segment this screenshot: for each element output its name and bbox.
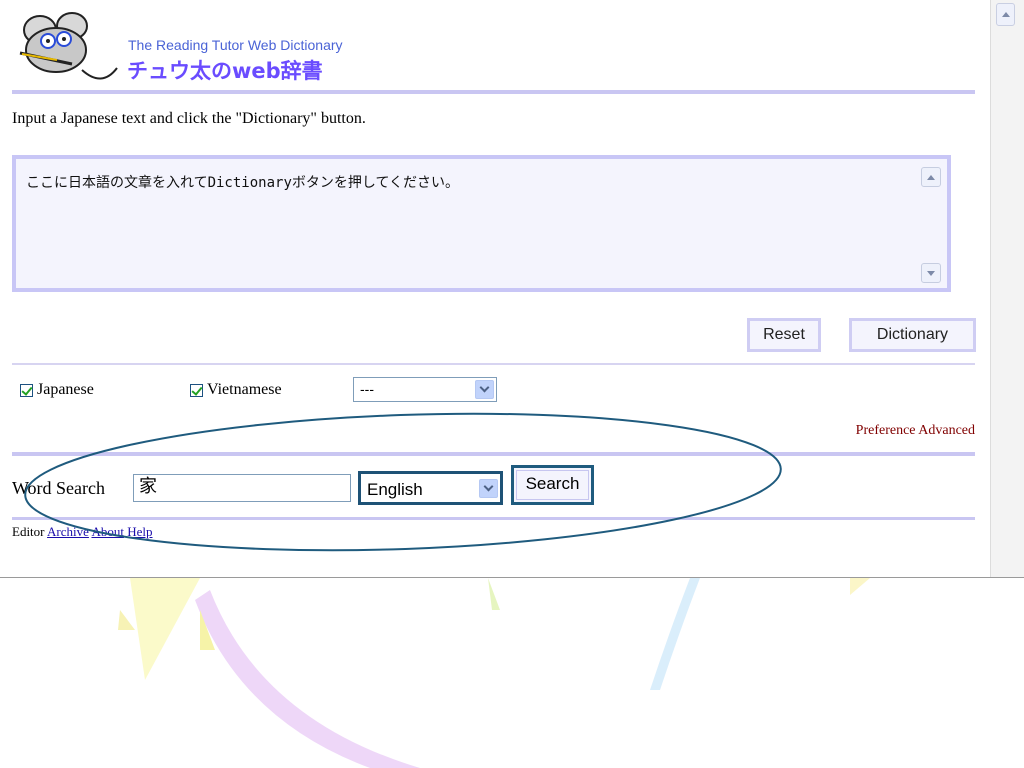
about-link[interactable]: About bbox=[91, 524, 124, 539]
text-area-content[interactable]: ここに日本語の文章を入れてDictionaryボタンを押してください。 bbox=[26, 172, 459, 192]
footer-links: Editor Archive About Help bbox=[12, 524, 153, 540]
language-select[interactable]: --- bbox=[353, 377, 497, 402]
japanese-checkbox[interactable] bbox=[20, 383, 33, 397]
page-scrollbar[interactable] bbox=[990, 0, 1024, 577]
app-title: The Reading Tutor Web Dictionary bbox=[128, 37, 343, 53]
scroll-down-arrow-icon[interactable] bbox=[921, 263, 941, 283]
word-search-input[interactable]: 家 bbox=[133, 474, 351, 502]
scroll-up-arrow-icon[interactable] bbox=[996, 3, 1015, 26]
browser-viewport: The Reading Tutor Web Dictionary チュウ太のwe… bbox=[0, 0, 1024, 578]
vietnamese-label: Vietnamese bbox=[207, 381, 282, 398]
japanese-text-area[interactable]: ここに日本語の文章を入れてDictionaryボタンを押してください。 bbox=[12, 155, 951, 292]
search-button-label: Search bbox=[525, 474, 580, 493]
divider bbox=[12, 517, 975, 520]
vietnamese-checkbox[interactable] bbox=[190, 383, 203, 397]
dictionary-button[interactable]: Dictionary bbox=[849, 318, 976, 352]
divider bbox=[12, 452, 975, 456]
dropdown-arrow-icon[interactable] bbox=[475, 380, 494, 399]
word-search-label: Word Search bbox=[12, 478, 106, 498]
word-search-language-select[interactable]: English bbox=[358, 471, 503, 505]
divider bbox=[12, 90, 975, 94]
preference-advanced-links[interactable]: Preference Advanced bbox=[856, 423, 975, 439]
app-subtitle: チュウ太のweb辞書 bbox=[127, 59, 323, 83]
japanese-label: Japanese bbox=[37, 381, 94, 398]
japanese-option[interactable]: Japanese bbox=[20, 381, 94, 399]
archive-link[interactable]: Archive bbox=[47, 524, 89, 539]
search-button[interactable]: Search bbox=[511, 465, 594, 505]
reset-button[interactable]: Reset bbox=[747, 318, 821, 352]
scroll-up-arrow-icon[interactable] bbox=[921, 167, 941, 187]
mouse-logo-icon bbox=[19, 12, 118, 80]
divider bbox=[12, 363, 975, 365]
language-select-value: --- bbox=[360, 381, 374, 397]
editor-link[interactable]: Editor bbox=[12, 524, 45, 539]
vietnamese-option[interactable]: Vietnamese bbox=[190, 381, 282, 399]
dropdown-arrow-icon[interactable] bbox=[479, 479, 498, 498]
word-language-value: English bbox=[367, 480, 423, 499]
help-link[interactable]: Help bbox=[127, 524, 152, 539]
instruction-text: Input a Japanese text and click the "Dic… bbox=[12, 110, 366, 127]
text-area-scrollbar[interactable] bbox=[921, 163, 943, 283]
page-content: The Reading Tutor Web Dictionary チュウ太のwe… bbox=[0, 0, 990, 577]
